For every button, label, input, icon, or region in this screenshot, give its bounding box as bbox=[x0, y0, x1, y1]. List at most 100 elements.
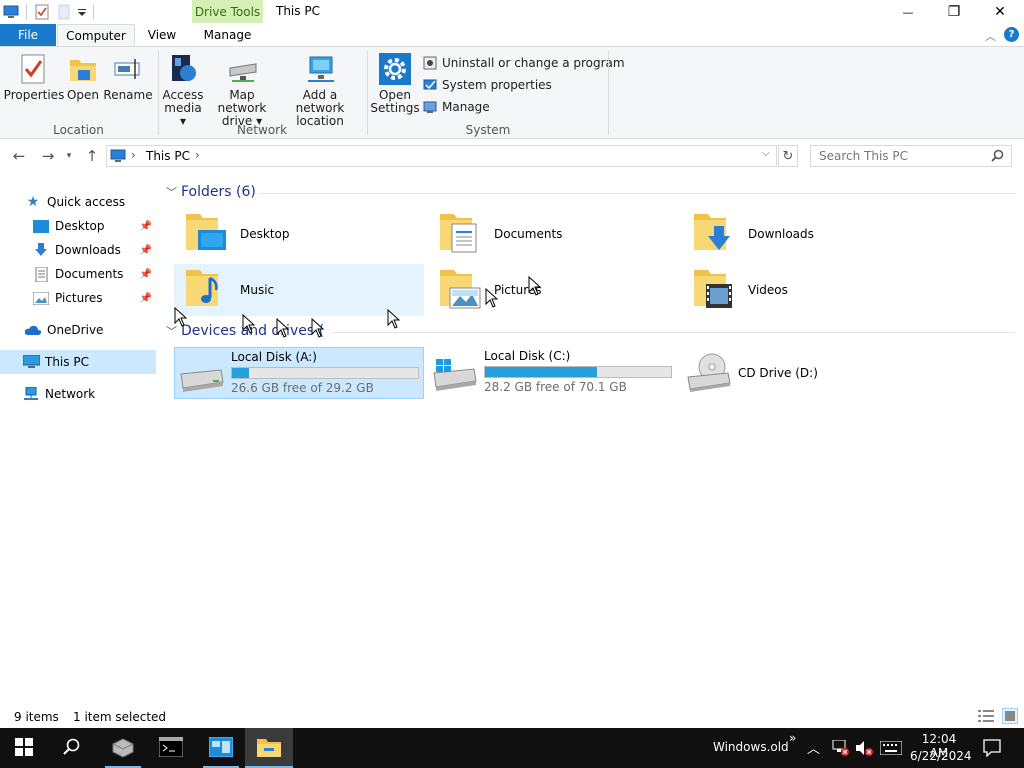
minimize-button[interactable]: — bbox=[885, 0, 931, 24]
close-button[interactable]: ✕ bbox=[977, 0, 1023, 24]
computer-icon bbox=[110, 149, 126, 166]
large-icons-view-icon[interactable] bbox=[1002, 708, 1018, 724]
manage-label: Manage bbox=[442, 100, 490, 114]
new-folder-icon[interactable] bbox=[53, 1, 75, 23]
nav-network[interactable]: Network bbox=[0, 382, 156, 406]
folder-tile-videos[interactable]: Videos bbox=[682, 264, 932, 316]
nav-onedrive[interactable]: OneDrive bbox=[0, 318, 156, 342]
taskbar-server-manager[interactable] bbox=[99, 728, 147, 768]
help-icon[interactable]: ? bbox=[1004, 27, 1019, 42]
star-icon: ★ bbox=[26, 194, 40, 210]
tab-manage[interactable]: Manage bbox=[192, 24, 263, 46]
drive-tile-c[interactable]: Local Disk (C:) 28.2 GB free of 70.1 GB bbox=[428, 347, 678, 399]
downloads-folder-icon bbox=[692, 210, 740, 258]
window-title: This PC bbox=[276, 4, 320, 18]
up-arrow-icon[interactable]: ↑ bbox=[82, 146, 102, 166]
folder-open-icon bbox=[67, 53, 99, 85]
pin-icon[interactable]: 📌 bbox=[140, 245, 152, 256]
server-manager-icon bbox=[111, 736, 135, 761]
search-icon[interactable] bbox=[991, 149, 1004, 165]
uninstall-label: Uninstall or change a program bbox=[442, 56, 625, 70]
recent-locations-chevron-icon[interactable]: ▾ bbox=[62, 146, 76, 166]
network-group-label: Network bbox=[236, 123, 288, 137]
access-media-button[interactable]: Access media ▾ bbox=[162, 53, 204, 128]
address-dropdown-chevron-icon[interactable]: ⌵ bbox=[762, 148, 770, 159]
folder-tile-downloads[interactable]: Downloads bbox=[682, 208, 932, 260]
documents-folder-icon bbox=[438, 210, 486, 258]
drive-name: Local Disk (A:) bbox=[231, 350, 317, 364]
tab-file[interactable]: File bbox=[0, 24, 56, 46]
nav-this-pc[interactable]: This PC bbox=[0, 350, 156, 374]
customize-qat-icon[interactable] bbox=[75, 1, 89, 23]
rename-button[interactable]: Rename bbox=[103, 53, 153, 102]
nav-label: Desktop bbox=[55, 219, 105, 233]
tab-view[interactable]: View bbox=[138, 24, 186, 46]
maximize-button[interactable]: ❐ bbox=[931, 0, 977, 24]
properties-icon[interactable] bbox=[31, 1, 53, 23]
address-bar[interactable]: › This PC › ⌵ bbox=[106, 145, 777, 167]
map-network-drive-button[interactable]: Map network drive ▾ bbox=[206, 53, 278, 128]
computer-icon bbox=[22, 354, 40, 370]
folder-tile-pictures[interactable]: Pictures bbox=[428, 264, 678, 316]
mouse-cursor-icon bbox=[276, 317, 290, 338]
show-hidden-icons-chevron-icon[interactable]: ︿ bbox=[807, 738, 820, 757]
open-settings-button[interactable]: Open Settings bbox=[370, 53, 420, 115]
minimize-ribbon-icon[interactable]: ︿ bbox=[985, 28, 996, 44]
add-network-location-button[interactable]: Add a network location bbox=[280, 53, 360, 128]
network-status-icon[interactable] bbox=[831, 739, 849, 759]
nav-documents[interactable]: Documents 📌 bbox=[0, 262, 156, 286]
folders-section-header[interactable]: ﹀ Folders (6) bbox=[166, 184, 256, 200]
back-arrow-icon[interactable]: ← bbox=[9, 146, 29, 166]
mouse-cursor-icon bbox=[242, 313, 256, 334]
taskbar: Windows.old » ︿ 12:04 AM 6/22/2024 bbox=[0, 728, 1024, 768]
drive-usage-fill bbox=[485, 367, 597, 377]
pin-icon[interactable]: 📌 bbox=[140, 221, 152, 232]
breadcrumb-this-pc[interactable]: This PC bbox=[146, 149, 190, 163]
drive-tile-d[interactable]: CD Drive (D:) bbox=[682, 347, 932, 399]
manage-button[interactable]: Manage bbox=[422, 99, 490, 115]
keyboard-icon[interactable] bbox=[879, 740, 903, 758]
computer-icon[interactable] bbox=[0, 1, 22, 23]
drive-usage-fill bbox=[232, 368, 249, 378]
search-input[interactable]: Search This PC bbox=[810, 145, 1012, 167]
hard-drive-icon bbox=[179, 362, 225, 395]
volume-muted-icon[interactable] bbox=[855, 740, 873, 759]
file-explorer-icon bbox=[257, 737, 281, 760]
folder-tile-desktop[interactable]: Desktop bbox=[174, 208, 424, 260]
uninstall-program-button[interactable]: Uninstall or change a program bbox=[422, 55, 625, 71]
folder-name: Documents bbox=[494, 227, 563, 241]
pin-icon[interactable]: 📌 bbox=[140, 269, 152, 280]
map-drive-label-line1: Map network bbox=[217, 88, 267, 115]
toolbar-chevron[interactable]: » bbox=[789, 731, 796, 745]
folder-name: Downloads bbox=[748, 227, 814, 241]
taskbar-command-prompt[interactable] bbox=[147, 728, 195, 768]
drive-tile-a[interactable]: Local Disk (A:) 26.6 GB free of 29.2 GB bbox=[174, 347, 424, 399]
open-settings-label-line2: Settings bbox=[370, 101, 420, 115]
nav-quick-access[interactable]: ★ Quick access bbox=[0, 190, 156, 214]
nav-downloads[interactable]: Downloads 📌 bbox=[0, 238, 156, 262]
search-button[interactable] bbox=[48, 728, 96, 768]
taskbar-app-window[interactable] bbox=[197, 728, 245, 768]
start-button[interactable] bbox=[0, 728, 48, 768]
action-center-icon[interactable] bbox=[983, 739, 1001, 760]
rename-label: Rename bbox=[103, 88, 153, 102]
breadcrumb-separator[interactable]: › bbox=[195, 148, 200, 162]
refresh-icon[interactable]: ↻ bbox=[778, 145, 798, 167]
folder-tile-documents[interactable]: Documents bbox=[428, 208, 678, 260]
properties-button[interactable]: Properties bbox=[4, 53, 64, 102]
content-pane: ﹀ Folders (6) Desktop Documents Download… bbox=[160, 176, 1024, 706]
nav-label: Documents bbox=[55, 267, 124, 281]
clock-date[interactable]: 6/22/2024 bbox=[910, 749, 972, 763]
taskbar-file-explorer[interactable] bbox=[245, 728, 293, 768]
system-properties-button[interactable]: System properties bbox=[422, 77, 552, 93]
drive-usage-bar bbox=[484, 366, 672, 378]
details-view-icon[interactable] bbox=[978, 709, 994, 726]
forward-arrow-icon[interactable]: → bbox=[38, 146, 58, 166]
pin-icon[interactable]: 📌 bbox=[140, 293, 152, 304]
nav-pictures[interactable]: Pictures 📌 bbox=[0, 286, 156, 310]
nav-desktop[interactable]: Desktop 📌 bbox=[0, 214, 156, 238]
open-button[interactable]: Open bbox=[64, 53, 102, 102]
toolbar-windows-old[interactable]: Windows.old bbox=[713, 740, 789, 754]
tab-computer[interactable]: Computer bbox=[57, 24, 135, 47]
videos-folder-icon bbox=[692, 266, 740, 314]
